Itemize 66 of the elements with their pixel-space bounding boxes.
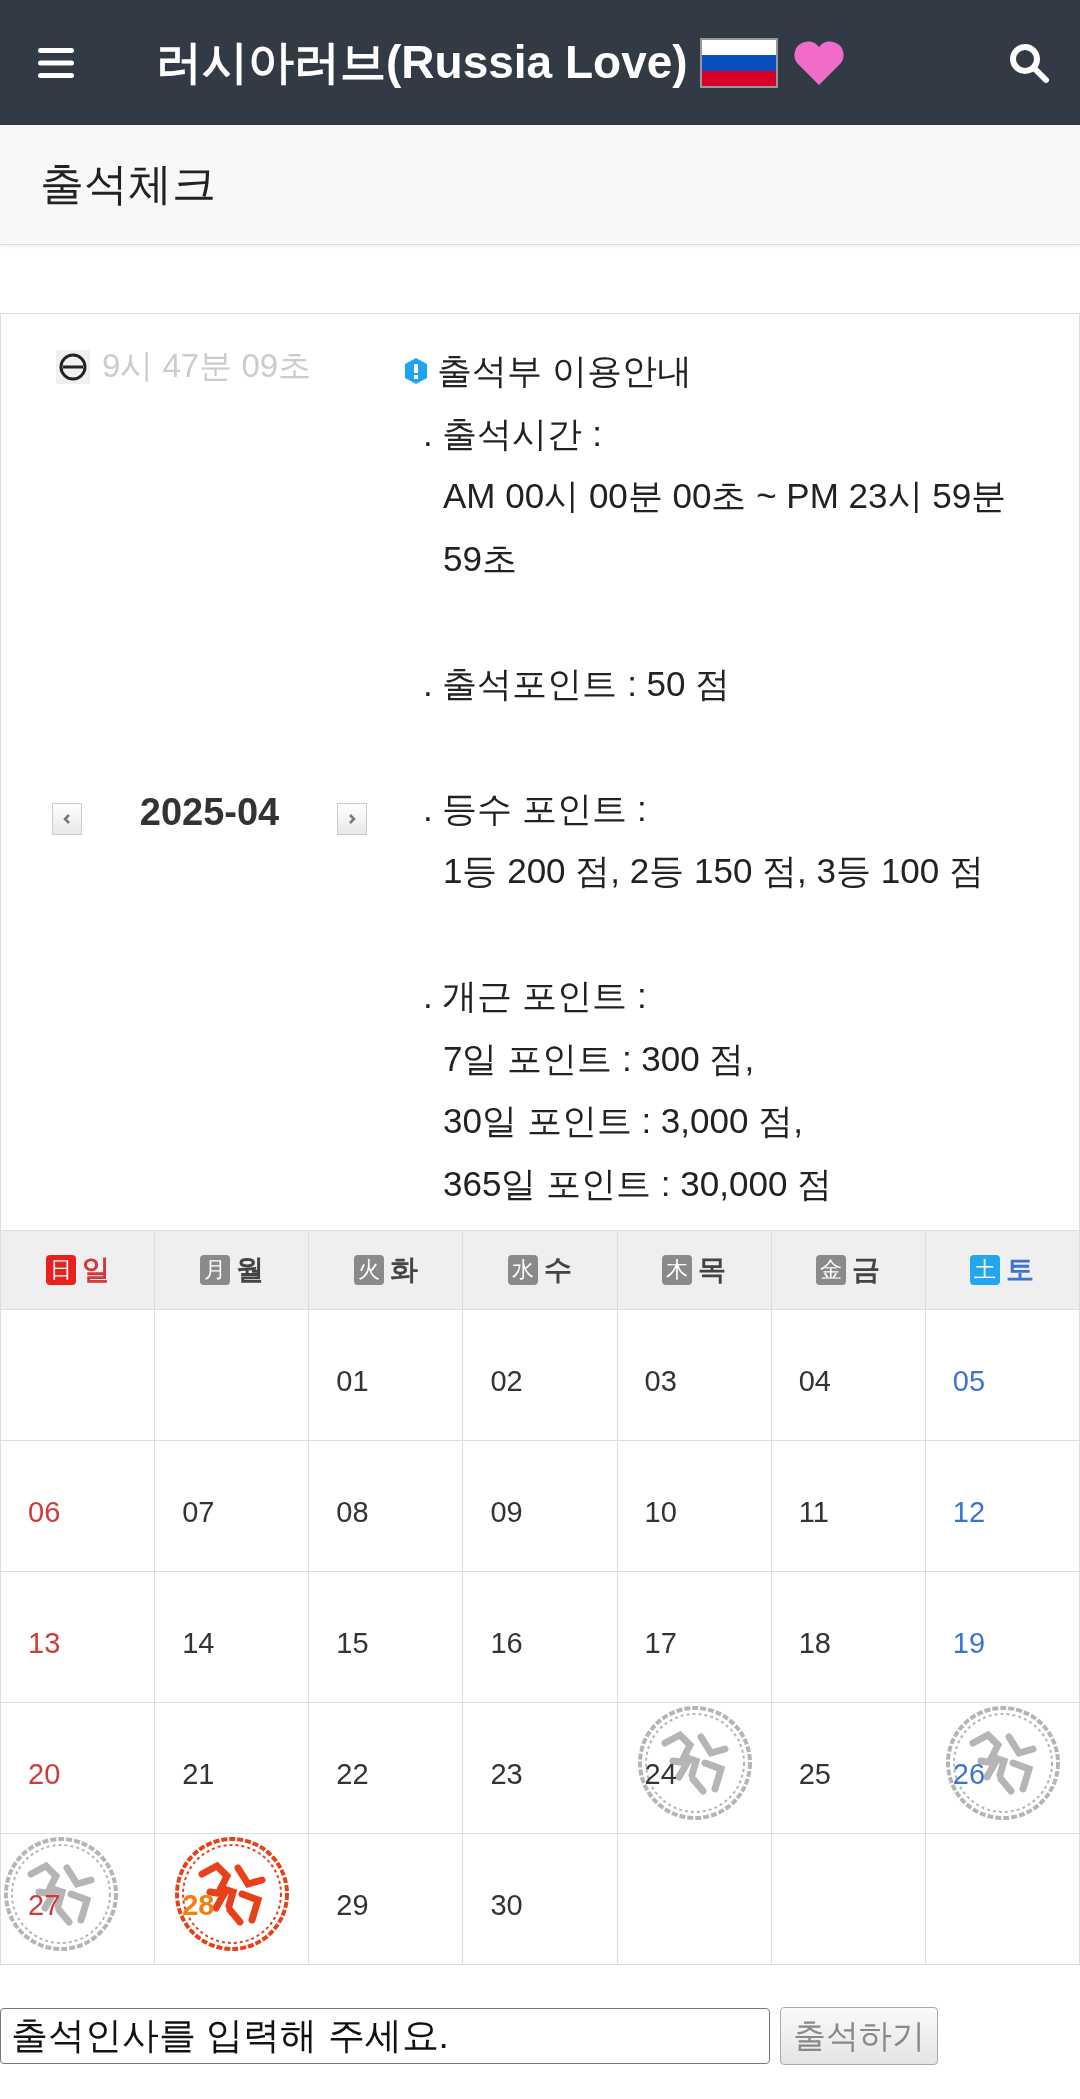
day-number: 29 <box>336 1888 369 1922</box>
info-text: . 등수 포인트 : <box>423 787 648 830</box>
chevron-right-icon <box>347 813 357 825</box>
search-icon[interactable] <box>1008 41 1050 84</box>
page-title: 출석체크 <box>40 158 216 210</box>
day-number: 12 <box>952 1495 986 1529</box>
weekday-label: 금 <box>852 1253 881 1287</box>
day-number: 16 <box>490 1626 523 1660</box>
day-number: 30 <box>490 1888 523 1922</box>
month-label: 2025-04 <box>138 790 281 834</box>
day-number: 20 <box>28 1757 61 1791</box>
day-number: 25 <box>798 1757 831 1791</box>
weekday-label: 목 <box>698 1253 727 1287</box>
day-number: 05 <box>952 1364 986 1398</box>
next-month-button[interactable] <box>337 803 367 835</box>
weekday-label: 일 <box>81 1253 110 1287</box>
weekday-badge: 日 <box>45 1255 76 1285</box>
info-text: AM 00시 00분 00초 ~ PM 23시 59분 59초 <box>442 475 1008 580</box>
day-number: 24 <box>644 1757 677 1791</box>
day-number: 23 <box>490 1757 523 1791</box>
info-text: . 출석시간 : <box>423 412 603 455</box>
day-number: 26 <box>952 1757 986 1791</box>
info-text: 1등 200 점, 2등 150 점, 3등 100 점 <box>442 850 985 892</box>
day-number: 09 <box>490 1495 523 1529</box>
day-number: 14 <box>182 1626 215 1660</box>
day-number: 17 <box>644 1626 677 1660</box>
info-text: 7일 포인트 : 300 점, <box>442 1037 756 1080</box>
day-number: 19 <box>952 1626 986 1660</box>
day-number: 04 <box>798 1364 831 1398</box>
site-title[interactable]: 러시아러브(Russia Love) <box>156 31 688 94</box>
weekday-label: 월 <box>235 1253 264 1287</box>
day-number: 22 <box>336 1757 369 1791</box>
previous-month-button[interactable] <box>52 803 82 835</box>
weekday-label: 수 <box>544 1253 572 1287</box>
greeting-input[interactable]: 출석인사를 입력해 주세요. <box>0 2008 770 2064</box>
menu-icon[interactable] <box>38 47 74 78</box>
day-number: 02 <box>490 1364 523 1398</box>
info-text: 365일 포인트 : 30,000 점 <box>442 1162 834 1205</box>
day-number: 06 <box>28 1495 61 1529</box>
info-text: 30일 포인트 : 3,000 점, <box>442 1100 804 1142</box>
weekday-badge: 土 <box>970 1255 1001 1285</box>
day-number: 18 <box>798 1626 831 1660</box>
info-text: . 출석포인트 : 50 점 <box>423 662 732 705</box>
day-number: 10 <box>644 1495 677 1529</box>
info-title: 출석부 이용안내 <box>437 350 692 392</box>
weekday-label: 토 <box>1006 1253 1035 1287</box>
weekday-badge: 月 <box>199 1255 230 1285</box>
day-number: 13 <box>28 1626 61 1660</box>
weekday-badge: 木 <box>662 1255 693 1285</box>
weekday-badge: 火 <box>353 1255 384 1285</box>
weekday-label: 화 <box>389 1253 418 1287</box>
day-number: 21 <box>182 1757 215 1791</box>
day-number: 11 <box>798 1495 829 1529</box>
day-number: 01 <box>336 1364 369 1398</box>
weekday-badge: 金 <box>816 1255 847 1285</box>
day-number: 27 <box>28 1888 61 1922</box>
day-number: 15 <box>336 1626 369 1660</box>
weekday-badge: 水 <box>508 1255 538 1285</box>
day-number: 28 <box>182 1888 215 1922</box>
chevron-left-icon <box>62 813 72 825</box>
day-number: 03 <box>644 1364 677 1398</box>
day-number: 07 <box>182 1495 215 1529</box>
heart-icon <box>791 38 846 87</box>
flag-icon <box>699 37 778 88</box>
info-text: . 개근 포인트 : <box>423 975 648 1017</box>
day-number: 08 <box>336 1495 369 1529</box>
